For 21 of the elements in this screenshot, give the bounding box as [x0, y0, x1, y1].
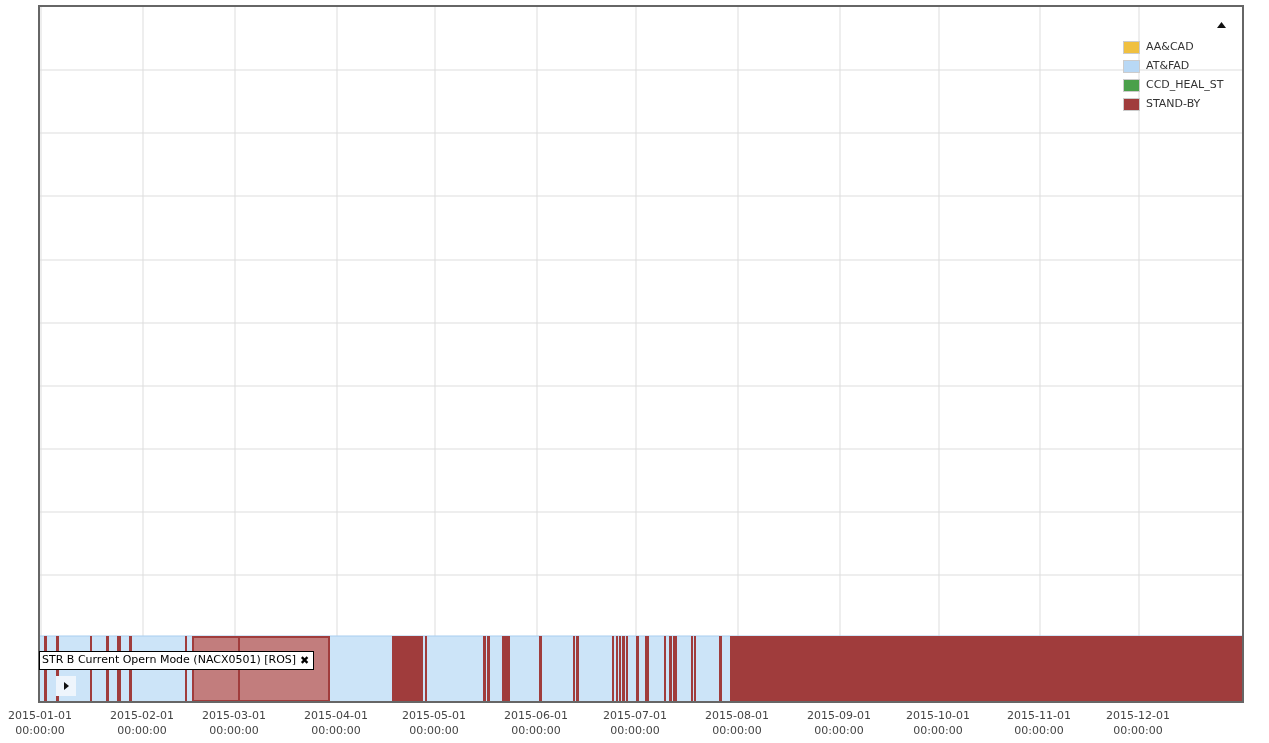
axis-tick-label: 2015-11-01 00:00:00: [1006, 708, 1072, 738]
axis-tick-label: 2015-06-01 00:00:00: [503, 708, 569, 738]
track-name: STR B Current Opern Mode (NACX0501) [ROS]: [42, 652, 297, 669]
legend-label: AT&FAD: [1146, 57, 1190, 74]
play-button[interactable]: [56, 676, 76, 696]
legend-label: AA&CAD: [1146, 38, 1194, 55]
axis-tick-label: 2015-01-01 00:00:00: [7, 708, 73, 738]
legend-label: CCD_HEAL_ST: [1146, 76, 1224, 93]
close-button[interactable]: ✖: [300, 655, 310, 666]
collapse-legend-button[interactable]: [1214, 20, 1228, 30]
axis-tick-label: 2015-05-01 00:00:00: [401, 708, 467, 738]
legend-label: STAND-BY: [1146, 95, 1201, 112]
axis-tick-label: 2015-03-01 00:00:00: [201, 708, 267, 738]
axis-tick-label: 2015-09-01 00:00:00: [806, 708, 872, 738]
axis-tick-label: 2015-07-01 00:00:00: [602, 708, 668, 738]
axis-tick-label: 2015-10-01 00:00:00: [905, 708, 971, 738]
axis-tick-label: 2015-12-01 00:00:00: [1105, 708, 1171, 738]
axis-tick-label: 2015-04-01 00:00:00: [303, 708, 369, 738]
axis-tick-label: 2015-08-01 00:00:00: [704, 708, 770, 738]
play-icon: [63, 682, 69, 690]
axis-tick-label: 2015-02-01 00:00:00: [109, 708, 175, 738]
